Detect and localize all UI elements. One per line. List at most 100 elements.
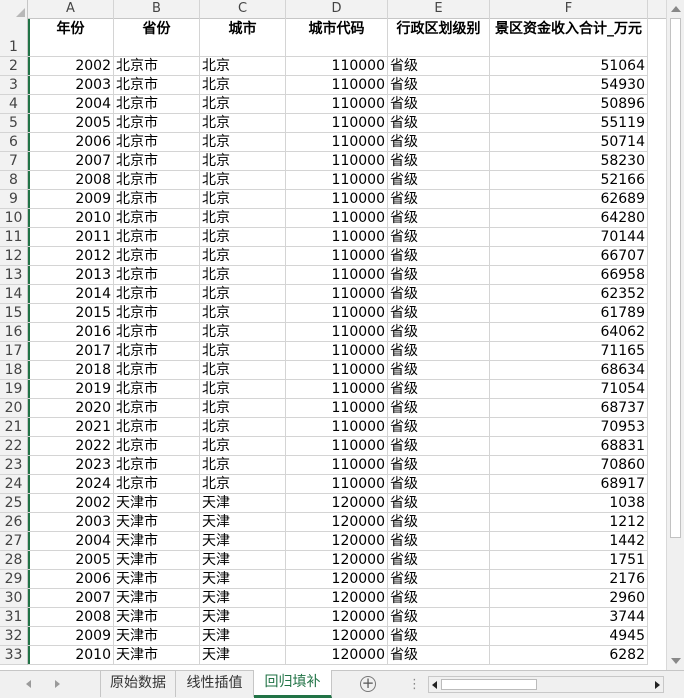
cell-e13[interactable]: 省级 xyxy=(388,266,490,285)
row-header-18[interactable]: 18 xyxy=(0,361,27,380)
cell-a3[interactable]: 2003 xyxy=(28,76,114,95)
cell-e18[interactable]: 省级 xyxy=(388,361,490,380)
row-header-22[interactable]: 22 xyxy=(0,437,27,456)
sheet-prev-arrow-icon[interactable] xyxy=(26,680,31,688)
cell-d4[interactable]: 110000 xyxy=(286,95,388,114)
row-header-9[interactable]: 9 xyxy=(0,190,27,209)
row-header-14[interactable]: 14 xyxy=(0,285,27,304)
cell-c19[interactable]: 北京 xyxy=(200,380,286,399)
cell-e7[interactable]: 省级 xyxy=(388,152,490,171)
cell-e6[interactable]: 省级 xyxy=(388,133,490,152)
vertical-scroll-thumb[interactable] xyxy=(670,18,681,538)
cell-c7[interactable]: 北京 xyxy=(200,152,286,171)
cell-e8[interactable]: 省级 xyxy=(388,171,490,190)
row-header-29[interactable]: 29 xyxy=(0,570,27,589)
cell-f18[interactable]: 68634 xyxy=(490,361,648,380)
cell-b4[interactable]: 北京市 xyxy=(114,95,200,114)
cell-a22[interactable]: 2022 xyxy=(28,437,114,456)
row-header-23[interactable]: 23 xyxy=(0,456,27,475)
cell-d20[interactable]: 110000 xyxy=(286,399,388,418)
add-sheet-icon[interactable]: + xyxy=(360,676,376,692)
row-header-12[interactable]: 12 xyxy=(0,247,27,266)
cell-b26[interactable]: 天津市 xyxy=(114,513,200,532)
cell-e14[interactable]: 省级 xyxy=(388,285,490,304)
cell-a15[interactable]: 2015 xyxy=(28,304,114,323)
column-header-d[interactable]: D xyxy=(286,0,388,19)
cell-f16[interactable]: 64062 xyxy=(490,323,648,342)
sheet-tab-2[interactable]: 线性插值 xyxy=(176,671,254,697)
cell-a26[interactable]: 2003 xyxy=(28,513,114,532)
cell-c5[interactable]: 北京 xyxy=(200,114,286,133)
cell-c23[interactable]: 北京 xyxy=(200,456,286,475)
cell-b15[interactable]: 北京市 xyxy=(114,304,200,323)
cell-d16[interactable]: 110000 xyxy=(286,323,388,342)
cell-a24[interactable]: 2024 xyxy=(28,475,114,494)
cell-f7[interactable]: 58230 xyxy=(490,152,648,171)
cell-f25[interactable]: 1038 xyxy=(490,494,648,513)
cell-d29[interactable]: 120000 xyxy=(286,570,388,589)
cell-c27[interactable]: 天津 xyxy=(200,532,286,551)
cell-a17[interactable]: 2017 xyxy=(28,342,114,361)
column-header-f[interactable]: F xyxy=(490,0,648,19)
header-cell-c[interactable]: 城市 xyxy=(200,19,286,57)
cell-d32[interactable]: 120000 xyxy=(286,627,388,646)
cell-f4[interactable]: 50896 xyxy=(490,95,648,114)
cell-c4[interactable]: 北京 xyxy=(200,95,286,114)
cell-d2[interactable]: 110000 xyxy=(286,57,388,76)
cell-f3[interactable]: 54930 xyxy=(490,76,648,95)
horizontal-scrollbar[interactable] xyxy=(428,676,664,693)
cell-d30[interactable]: 120000 xyxy=(286,589,388,608)
cell-c13[interactable]: 北京 xyxy=(200,266,286,285)
cell-f11[interactable]: 70144 xyxy=(490,228,648,247)
row-header-13[interactable]: 13 xyxy=(0,266,27,285)
row-header-26[interactable]: 26 xyxy=(0,513,27,532)
row-header-17[interactable]: 17 xyxy=(0,342,27,361)
cell-b11[interactable]: 北京市 xyxy=(114,228,200,247)
cell-c17[interactable]: 北京 xyxy=(200,342,286,361)
row-header-33[interactable]: 33 xyxy=(0,646,27,665)
cell-c28[interactable]: 天津 xyxy=(200,551,286,570)
cell-d26[interactable]: 120000 xyxy=(286,513,388,532)
cell-a16[interactable]: 2016 xyxy=(28,323,114,342)
cell-d33[interactable]: 120000 xyxy=(286,646,388,665)
cell-d18[interactable]: 110000 xyxy=(286,361,388,380)
cell-c8[interactable]: 北京 xyxy=(200,171,286,190)
cell-b21[interactable]: 北京市 xyxy=(114,418,200,437)
cell-f27[interactable]: 1442 xyxy=(490,532,648,551)
row-header-15[interactable]: 15 xyxy=(0,304,27,323)
cell-c9[interactable]: 北京 xyxy=(200,190,286,209)
cell-b20[interactable]: 北京市 xyxy=(114,399,200,418)
cell-d17[interactable]: 110000 xyxy=(286,342,388,361)
cell-b13[interactable]: 北京市 xyxy=(114,266,200,285)
cell-d28[interactable]: 120000 xyxy=(286,551,388,570)
header-cell-e[interactable]: 行政区划级别 xyxy=(388,19,490,57)
cell-b32[interactable]: 天津市 xyxy=(114,627,200,646)
row-header-11[interactable]: 11 xyxy=(0,228,27,247)
cell-e3[interactable]: 省级 xyxy=(388,76,490,95)
row-header-21[interactable]: 21 xyxy=(0,418,27,437)
cell-c33[interactable]: 天津 xyxy=(200,646,286,665)
scroll-right-arrow-icon[interactable] xyxy=(655,681,660,689)
column-header-c[interactable]: C xyxy=(200,0,286,19)
cell-c30[interactable]: 天津 xyxy=(200,589,286,608)
cell-a5[interactable]: 2005 xyxy=(28,114,114,133)
row-header-4[interactable]: 4 xyxy=(0,95,27,114)
cell-f28[interactable]: 1751 xyxy=(490,551,648,570)
cell-b7[interactable]: 北京市 xyxy=(114,152,200,171)
cell-a27[interactable]: 2004 xyxy=(28,532,114,551)
cell-b3[interactable]: 北京市 xyxy=(114,76,200,95)
cell-f21[interactable]: 70953 xyxy=(490,418,648,437)
row-header-16[interactable]: 16 xyxy=(0,323,27,342)
cell-a4[interactable]: 2004 xyxy=(28,95,114,114)
cell-a10[interactable]: 2010 xyxy=(28,209,114,228)
cell-f29[interactable]: 2176 xyxy=(490,570,648,589)
horizontal-scroll-thumb[interactable] xyxy=(441,679,537,690)
select-all-corner[interactable] xyxy=(0,0,28,19)
cell-f2[interactable]: 51064 xyxy=(490,57,648,76)
column-header-a[interactable]: A xyxy=(28,0,114,19)
cell-d10[interactable]: 110000 xyxy=(286,209,388,228)
vertical-scrollbar[interactable] xyxy=(666,0,684,670)
cell-d25[interactable]: 120000 xyxy=(286,494,388,513)
tab-splitter-handle-icon[interactable]: ⋮ xyxy=(408,677,421,692)
cell-a12[interactable]: 2012 xyxy=(28,247,114,266)
